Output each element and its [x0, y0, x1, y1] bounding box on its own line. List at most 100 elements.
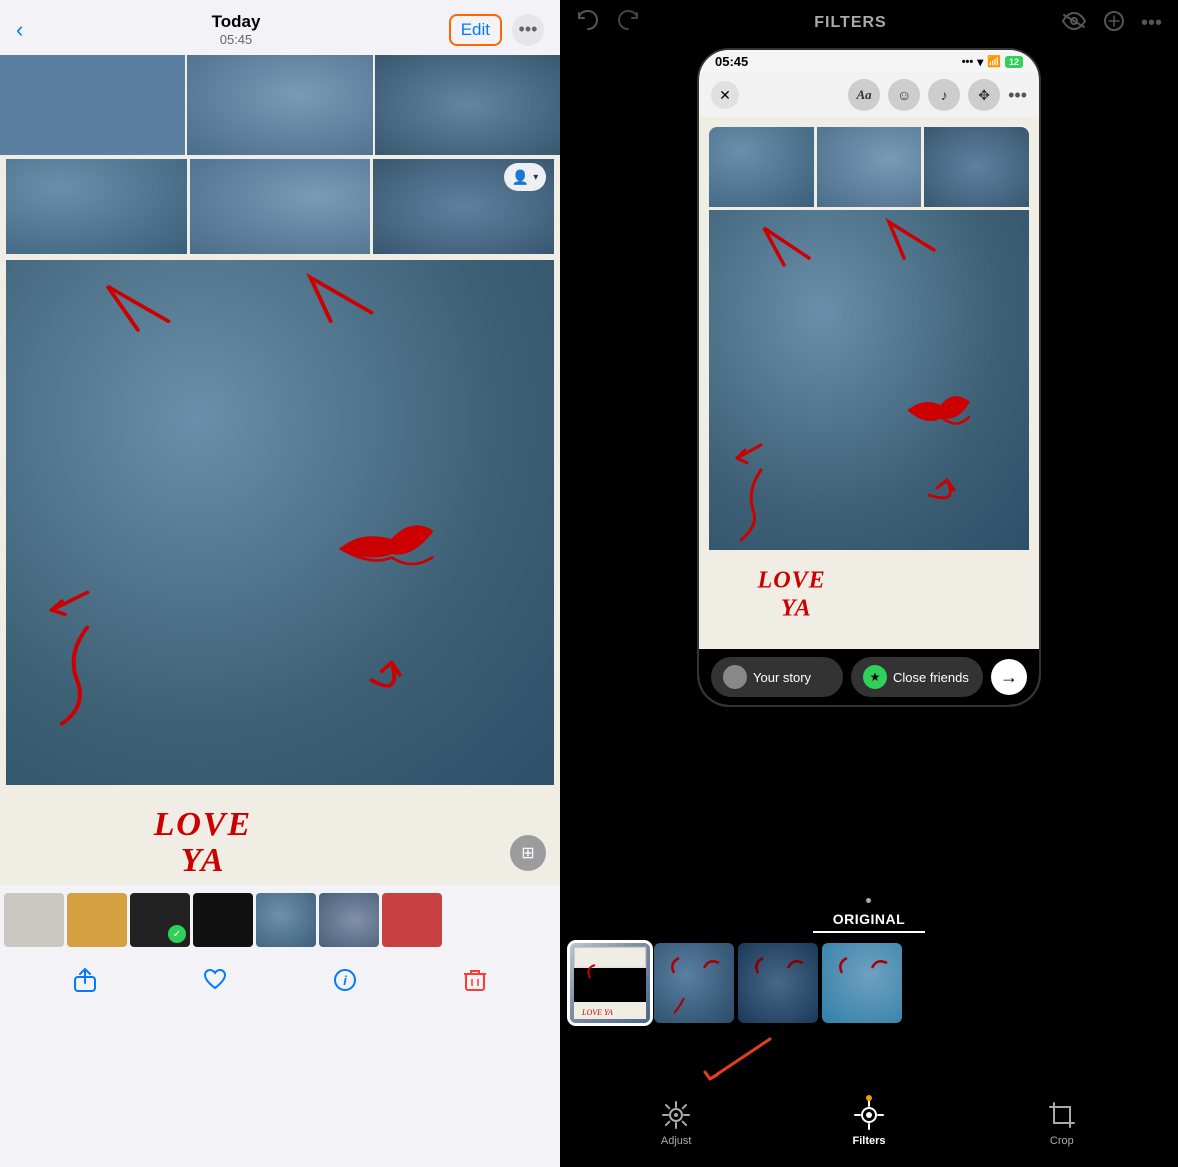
phone-top-cell-3: [924, 127, 1029, 207]
phone-main-photo: [709, 210, 1029, 550]
redo-button[interactable]: [616, 8, 640, 38]
right-bottom-bar: Adjust Filters: [560, 1089, 1178, 1167]
avatar-icon: 👤: [512, 169, 529, 186]
undo-button[interactable]: [576, 8, 600, 38]
love-ya-text: LOVE YA: [33, 790, 526, 880]
arrow-annotation-area: [560, 1029, 1178, 1089]
thumbnail-1[interactable]: [4, 893, 64, 947]
close-friends-button[interactable]: ★ Close friends: [851, 657, 983, 697]
phone-bottom-text: LOVE YA: [709, 550, 1029, 639]
phone-mockup-container: 05:45 ••• ▾ 📶 12 ✕ Aa ☺ ♪ ✥ •••: [560, 46, 1178, 892]
crop-tool[interactable]: Crop: [1046, 1099, 1078, 1147]
hide-button[interactable]: [1061, 12, 1087, 35]
film-frame-1-bg: LOVE YA: [570, 943, 650, 1023]
film-frame-3-bg: [738, 943, 818, 1023]
info-button[interactable]: i: [332, 967, 358, 1000]
filter-tabs: ORIGINAL: [560, 892, 1178, 937]
film-strip: LOVE YA: [560, 937, 1178, 1029]
film-frame-3[interactable]: [738, 943, 818, 1023]
right-panel: FILTERS •••: [560, 0, 1178, 1167]
expand-button[interactable]: ⊞: [510, 835, 546, 871]
photo-area: 👤 ▾: [0, 155, 560, 885]
draw-button[interactable]: [1103, 10, 1125, 37]
header-center: Today 05:45: [212, 12, 261, 47]
right-top-left: [576, 8, 640, 38]
film-frame-4[interactable]: [822, 943, 902, 1023]
film-frame-1[interactable]: LOVE YA: [570, 943, 650, 1023]
thumbnail-2[interactable]: [67, 893, 127, 947]
thumbnail-3[interactable]: ✓: [130, 893, 190, 947]
phone-move-tool[interactable]: ✥: [968, 79, 1000, 111]
dots-icon: •••: [962, 56, 974, 68]
share-bar: Your story ★ Close friends →: [699, 649, 1039, 705]
thumbnail-5[interactable]: [256, 893, 316, 947]
phone-text-tool[interactable]: Aa: [848, 79, 880, 111]
phone-close-button[interactable]: ✕: [711, 81, 739, 109]
phone-top-cell-1: [709, 127, 814, 207]
story-label: Your story: [753, 670, 811, 685]
story-avatar: [723, 665, 747, 689]
signal-bars: 📶: [987, 55, 1001, 68]
film-frame-2[interactable]: [654, 943, 734, 1023]
photo-strip-top: [0, 55, 560, 155]
phone-app-bar: ✕ Aa ☺ ♪ ✥ •••: [699, 73, 1039, 117]
phone-more-tool[interactable]: •••: [1008, 85, 1027, 106]
drawings-svg: [6, 260, 554, 785]
phone-app-tools: Aa ☺ ♪ ✥ •••: [848, 79, 1027, 111]
thumbnail-7[interactable]: [382, 893, 442, 947]
edit-button[interactable]: Edit: [449, 14, 502, 46]
avatar-badge[interactable]: 👤 ▾: [504, 163, 546, 191]
header-right: Edit •••: [449, 14, 544, 46]
thumbnail-4[interactable]: [193, 893, 253, 947]
original-filter-tab[interactable]: ORIGINAL: [813, 907, 925, 933]
share-arrow-icon: →: [1000, 667, 1018, 688]
delete-button[interactable]: [462, 967, 488, 1000]
right-top-title: FILTERS: [640, 14, 1061, 32]
close-friends-avatar: ★: [863, 665, 887, 689]
selected-badge: ✓: [168, 925, 186, 943]
heart-button[interactable]: [202, 967, 228, 1000]
strip-cell-2: [187, 55, 372, 155]
filters-tool[interactable]: Filters: [852, 1099, 885, 1147]
phone-love-ya-text: LOVE YA: [721, 558, 1017, 623]
phone-status-bar: 05:45 ••• ▾ 📶 12: [699, 50, 1039, 73]
phone-drawings-svg: [709, 210, 1029, 550]
your-story-button[interactable]: Your story: [711, 657, 843, 697]
filter-name: ORIGINAL: [813, 898, 925, 933]
filters-icon: [853, 1099, 885, 1131]
adjust-icon: [660, 1099, 692, 1131]
left-panel: ‹ Today 05:45 Edit ••• 👤 ▾: [0, 0, 560, 1167]
right-top-right: •••: [1061, 10, 1162, 37]
filter-dot: [866, 898, 871, 903]
battery-indicator: 12: [1005, 56, 1023, 68]
thumbnail-row: ✓: [0, 885, 560, 955]
indicator-dot: [866, 1095, 872, 1101]
share-arrow-button[interactable]: →: [991, 659, 1027, 695]
inner-cell-1: [6, 159, 187, 254]
bottom-toolbar: i: [0, 955, 560, 1020]
phone-time: 05:45: [715, 54, 748, 69]
left-header: ‹ Today 05:45 Edit •••: [0, 0, 560, 55]
more-options-button[interactable]: •••: [1141, 12, 1162, 35]
strip-cell-1: [0, 55, 185, 155]
adjust-tool[interactable]: Adjust: [660, 1099, 692, 1147]
inner-main-photo: [6, 260, 554, 785]
back-button[interactable]: ‹: [16, 17, 23, 43]
close-friends-label: Close friends: [893, 670, 969, 685]
phone-music-tool[interactable]: ♪: [928, 79, 960, 111]
film-frame-4-bg: [822, 943, 902, 1023]
svg-text:LOVE YA: LOVE YA: [581, 1008, 613, 1017]
more-icon: •••: [519, 19, 538, 40]
expand-icon: ⊞: [521, 843, 534, 863]
phone-content-wrapper: LOVE YA: [709, 127, 1029, 639]
crop-icon: [1046, 1099, 1078, 1131]
filters-label: Filters: [852, 1135, 885, 1147]
more-button[interactable]: •••: [512, 14, 544, 46]
svg-text:YA: YA: [181, 842, 226, 879]
share-button[interactable]: [72, 967, 98, 1000]
right-top-bar: FILTERS •••: [560, 0, 1178, 46]
phone-sticker-tool[interactable]: ☺: [888, 79, 920, 111]
header-subtitle: 05:45: [212, 32, 261, 47]
phone-mockup: 05:45 ••• ▾ 📶 12 ✕ Aa ☺ ♪ ✥ •••: [699, 50, 1039, 705]
thumbnail-6[interactable]: [319, 893, 379, 947]
